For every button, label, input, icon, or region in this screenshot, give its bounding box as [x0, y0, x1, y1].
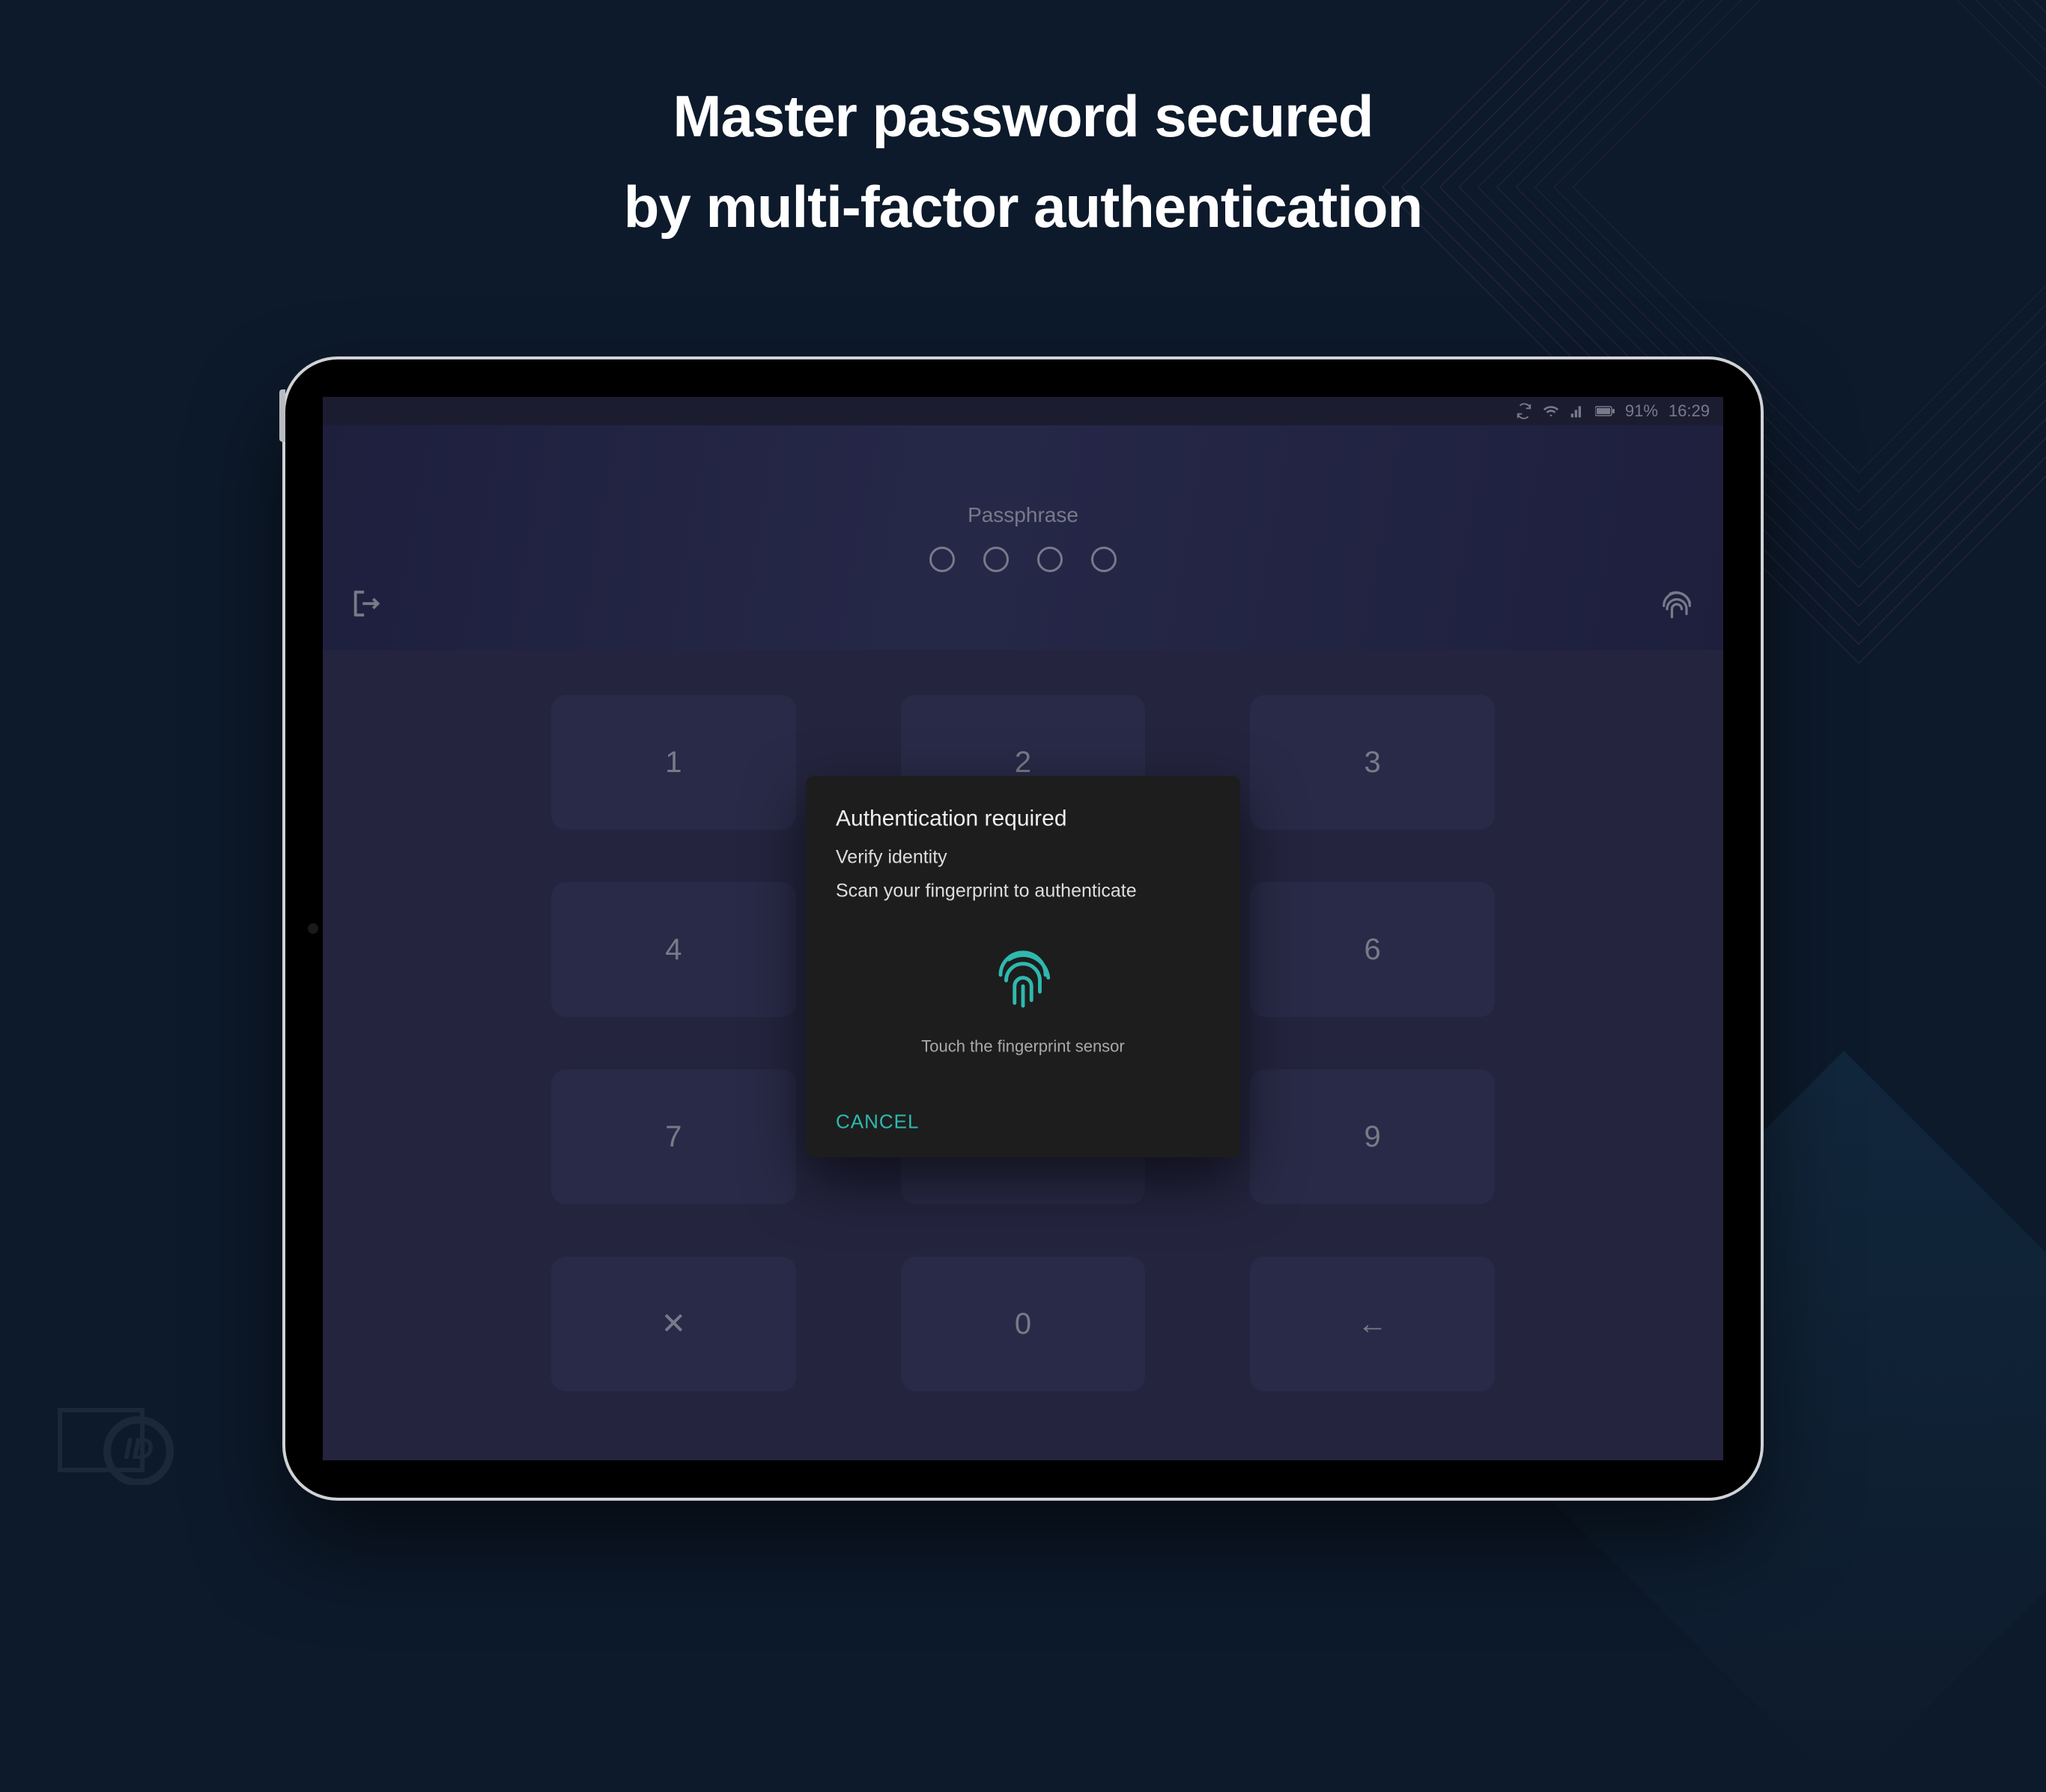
keypad-key-9[interactable]: 9: [1250, 1069, 1495, 1204]
battery-percent: 91%: [1625, 401, 1658, 421]
svg-text:ID: ID: [124, 1433, 154, 1466]
headline-line1: Master password secured: [0, 82, 2046, 151]
fingerprint-icon[interactable]: [836, 947, 1210, 1014]
keypad-key-1[interactable]: 1: [551, 695, 796, 830]
dialog-message: Scan your fingerprint to authenticate: [836, 880, 1210, 902]
wifi-icon: [1543, 403, 1559, 419]
device-screen: 91% 16:29 Passphrase 1 2 3 4: [323, 397, 1723, 1460]
pin-dot: [929, 547, 955, 572]
fingerprint-auth-dialog: Authentication required Verify identity …: [806, 776, 1240, 1157]
status-bar: 91% 16:29: [323, 397, 1723, 425]
dialog-subtitle: Verify identity: [836, 846, 1210, 868]
pin-dot: [983, 547, 1009, 572]
keypad-key-clear[interactable]: ✕: [551, 1257, 796, 1391]
brand-logo-icon: ID: [52, 1395, 180, 1489]
headline-line2: by multi-factor authentication: [0, 173, 2046, 241]
cancel-button[interactable]: CANCEL: [836, 1101, 919, 1142]
fingerprint-button[interactable]: [1657, 586, 1696, 629]
status-time: 16:29: [1669, 401, 1710, 421]
keypad-key-7[interactable]: 7: [551, 1069, 796, 1204]
logout-button[interactable]: [350, 586, 384, 625]
device-camera-icon: [308, 923, 318, 934]
pin-dot: [1091, 547, 1117, 572]
passphrase-label: Passphrase: [968, 503, 1078, 527]
keypad-key-0[interactable]: 0: [901, 1257, 1146, 1391]
keypad-key-6[interactable]: 6: [1250, 882, 1495, 1017]
sync-icon: [1516, 403, 1532, 419]
battery-icon: [1595, 405, 1615, 417]
signal-icon: [1570, 404, 1585, 419]
keypad-key-backspace[interactable]: ←: [1250, 1257, 1495, 1391]
pin-indicator: [929, 547, 1117, 572]
keypad-key-4[interactable]: 4: [551, 882, 796, 1017]
dialog-hint: Touch the fingerprint sensor: [836, 1036, 1210, 1056]
pin-dot: [1037, 547, 1063, 572]
dialog-title: Authentication required: [836, 806, 1210, 831]
tablet-device-frame: 91% 16:29 Passphrase 1 2 3 4: [285, 359, 1761, 1498]
keypad-key-3[interactable]: 3: [1250, 695, 1495, 830]
marketing-headline: Master password secured by multi-factor …: [0, 82, 2046, 241]
lock-header: Passphrase: [323, 425, 1723, 650]
